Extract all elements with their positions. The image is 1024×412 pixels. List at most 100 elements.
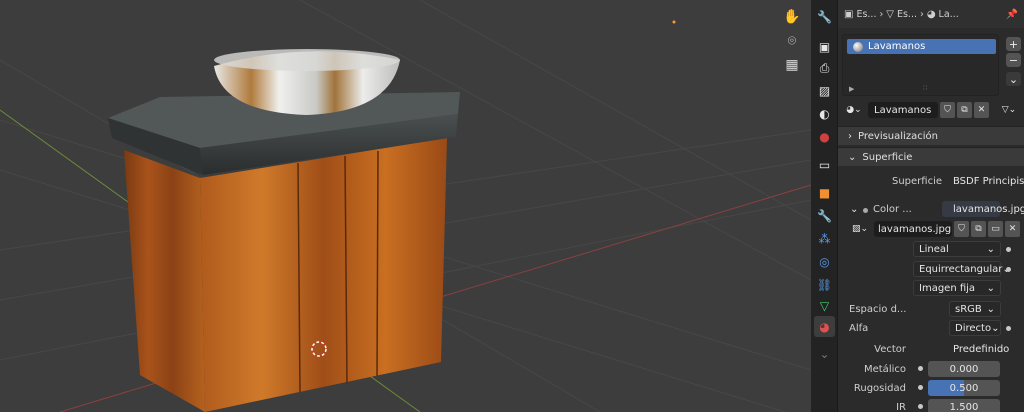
particles-icon[interactable]: ⁂ bbox=[814, 228, 835, 249]
chevron-down-icon[interactable]: ⌄ bbox=[850, 204, 858, 215]
surface-panel-header[interactable]: ⌄ Superficie bbox=[838, 147, 1024, 166]
slot-specials-button[interactable]: ⌄ bbox=[1006, 72, 1021, 86]
chevron-right-icon: › bbox=[848, 130, 852, 142]
socket-dot bbox=[918, 366, 923, 371]
breadcrumb: ▣ Es... › ▽ Es... › ◕ La... 📌 bbox=[838, 0, 1024, 28]
add-slot-button[interactable]: + bbox=[1006, 37, 1021, 51]
camera-icon[interactable]: ⌾ bbox=[781, 30, 803, 52]
socket-dot bbox=[1006, 247, 1011, 252]
properties-tabs: 🔧 ▣ ⎙ ▨ ◐ ● ▭ ■ 🔧 ⁂ ◎ ⛓ ▽ ◕ ⌄ bbox=[811, 0, 838, 412]
browse-material-icon[interactable]: ◕⌄ bbox=[842, 102, 866, 118]
colorspace-label: Espacio d... bbox=[849, 304, 907, 315]
surface-shader-value: BSDF Principista bbox=[953, 175, 1024, 187]
ior-value: 1.500 bbox=[949, 401, 979, 412]
color-input-value: lavamanos.jpg bbox=[953, 203, 1024, 215]
vector-input-value: Predefinido bbox=[953, 343, 1010, 355]
breadcrumb-material[interactable]: La... bbox=[939, 9, 959, 20]
modifier-icon[interactable]: 🔧 bbox=[814, 205, 835, 226]
grid-icon[interactable]: ▦ bbox=[781, 54, 803, 76]
roughness-value: 0.500 bbox=[949, 382, 979, 394]
object-icon[interactable]: ■ bbox=[814, 182, 835, 203]
alpha-value: Directo bbox=[955, 322, 992, 334]
projection-dropdown[interactable]: Equirrectangular⌄ bbox=[913, 261, 1011, 277]
scene-render bbox=[0, 0, 811, 412]
breadcrumb-mesh[interactable]: Es... bbox=[897, 9, 917, 20]
roughness-label: Rugosidad bbox=[853, 383, 906, 394]
source-value: Imagen fija bbox=[919, 282, 976, 294]
surface-label: Superficie bbox=[891, 176, 942, 187]
remove-slot-button[interactable]: − bbox=[1006, 53, 1021, 67]
projection-value: Equirrectangular bbox=[919, 263, 1003, 275]
physics-icon[interactable]: ◎ bbox=[814, 251, 835, 272]
output-icon[interactable]: ⎙ bbox=[814, 58, 835, 79]
view-layer-icon[interactable]: ▨ bbox=[814, 80, 835, 101]
browse-image-icon[interactable]: ▨⌄ bbox=[848, 221, 872, 237]
scene-icon[interactable]: ◐ bbox=[814, 103, 835, 124]
data-icon[interactable]: ▽ bbox=[814, 295, 835, 316]
ior-label: IR bbox=[896, 402, 906, 412]
interpolation-value: Lineal bbox=[919, 243, 949, 255]
color-label: Color ... bbox=[873, 204, 912, 215]
pin-icon[interactable]: 📌 bbox=[1006, 9, 1018, 20]
breadcrumb-object[interactable]: Es... bbox=[856, 9, 876, 20]
chevron-right-icon: › bbox=[920, 8, 924, 20]
source-dropdown[interactable]: Imagen fija ⌄ bbox=[913, 280, 1001, 296]
chevron-right-icon: › bbox=[879, 8, 884, 20]
chevron-down-icon: ⌄ bbox=[991, 322, 1000, 334]
image-name-field[interactable]: lavamanos.jpg bbox=[874, 221, 952, 237]
surface-shader-field[interactable]: BSDF Principista bbox=[942, 173, 1024, 189]
material-name-field[interactable]: Lavamanos bbox=[868, 102, 938, 118]
interpolation-dropdown[interactable]: Lineal ⌄ bbox=[913, 241, 1001, 257]
preview-title: Previsualización bbox=[858, 130, 938, 142]
preview-panel-header[interactable]: › Previsualización bbox=[838, 126, 1024, 145]
chevron-down-icon: ⌄ bbox=[986, 303, 995, 315]
image-selector: ▨⌄ lavamanos.jpg ⛉ ⧉ ▭ ✕ bbox=[848, 221, 1022, 237]
surface-title: Superficie bbox=[862, 151, 913, 163]
tool-icon[interactable]: 🔧 bbox=[814, 6, 835, 27]
3d-viewport[interactable]: ✋ ⌾ ▦ bbox=[0, 0, 811, 412]
expand-icon[interactable]: ▶ bbox=[849, 85, 854, 93]
chevron-down-icon: ⌄ bbox=[986, 282, 995, 294]
link-type-icon[interactable]: ▽⌄ bbox=[997, 102, 1021, 118]
material-slot[interactable]: Lavamanos bbox=[847, 39, 996, 54]
chevron-down-icon: ⌄ bbox=[986, 243, 995, 255]
socket-dot bbox=[918, 385, 923, 390]
alpha-label: Alfa bbox=[849, 323, 869, 334]
vector-input-field[interactable]: Predefinido bbox=[942, 341, 1009, 357]
material-ball-icon bbox=[853, 41, 863, 52]
ior-slider[interactable]: 1.500 bbox=[928, 399, 1000, 412]
hand-icon[interactable]: ✋ bbox=[781, 6, 803, 28]
fake-user-icon[interactable]: ⛉ bbox=[954, 221, 969, 237]
resize-handle[interactable]: ∷ bbox=[923, 84, 927, 92]
chevron-down-icon: ⌄ bbox=[848, 151, 857, 163]
properties-panel: ▣ Es... › ▽ Es... › ◕ La... 📌 Lavamanos … bbox=[838, 0, 1024, 412]
world-icon[interactable]: ● bbox=[814, 126, 835, 147]
object-icon: ▣ bbox=[844, 8, 854, 20]
material-icon[interactable]: ◕ bbox=[814, 316, 835, 337]
colorspace-dropdown[interactable]: sRGB ⌄ bbox=[949, 301, 1001, 317]
socket-dot bbox=[1006, 326, 1011, 331]
collection-icon[interactable]: ▭ bbox=[814, 154, 835, 175]
colorspace-value: sRGB bbox=[955, 303, 982, 315]
open-folder-icon[interactable]: ▭ bbox=[988, 221, 1003, 237]
material-slot-list[interactable]: Lavamanos ▶ ∷ bbox=[842, 34, 999, 96]
roughness-slider[interactable]: 0.500 bbox=[928, 380, 1000, 396]
material-slot-label: Lavamanos bbox=[868, 41, 926, 52]
color-input-field[interactable]: lavamanos.jpg bbox=[942, 201, 1024, 217]
material-selector: ◕⌄ Lavamanos ⛉ ⧉ ✕ ▽⌄ bbox=[842, 101, 1022, 119]
duplicate-icon[interactable]: ⧉ bbox=[957, 102, 972, 118]
vector-label: Vector bbox=[874, 344, 906, 355]
unlink-icon[interactable]: ✕ bbox=[974, 102, 989, 118]
texture-icon[interactable]: ⌄ bbox=[814, 343, 835, 364]
constraints-icon[interactable]: ⛓ bbox=[814, 274, 835, 295]
render-icon[interactable]: ▣ bbox=[814, 36, 835, 57]
material-icon: ◕ bbox=[926, 8, 936, 20]
metallic-slider[interactable]: 0.000 bbox=[928, 361, 1000, 377]
socket-dot bbox=[1006, 267, 1011, 272]
fake-user-icon[interactable]: ⛉ bbox=[940, 102, 955, 118]
unlink-icon[interactable]: ✕ bbox=[1005, 221, 1020, 237]
alpha-dropdown[interactable]: Directo ⌄ bbox=[949, 320, 1001, 336]
duplicate-icon[interactable]: ⧉ bbox=[971, 221, 986, 237]
socket-dot bbox=[918, 404, 923, 409]
metallic-label: Metálico bbox=[863, 364, 906, 375]
